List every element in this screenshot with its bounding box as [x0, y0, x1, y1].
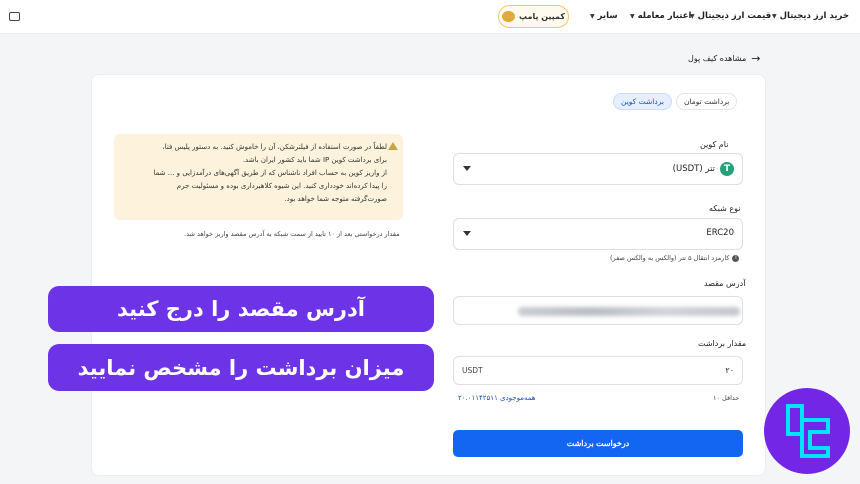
warning-box: لطفاً در صورت استفاده از فیلترشکن، آن را…: [114, 134, 403, 220]
network-type-label: نوع شبکه: [709, 204, 741, 213]
blurred-address: [518, 307, 740, 316]
instruction-banner-amount: میزان برداشت را مشخص نمایید: [48, 344, 434, 391]
chevron-down-icon: ▼: [590, 12, 595, 20]
nav-item-other[interactable]: سایر ▼: [590, 11, 618, 21]
warning-line: از واریز کوین به حساب افراد ناشناس که از…: [153, 169, 387, 177]
chevron-down-icon: ▼: [690, 12, 695, 20]
destination-address-label: آدرس مقصد: [704, 279, 746, 288]
warning-line: صورت‌گرفته متوجه شما خواهد بود.: [284, 195, 387, 203]
nav-item-crypto-prices[interactable]: قیمت ارز دیجیتال ▼: [690, 11, 771, 21]
brand-logo-mark: [786, 404, 830, 458]
arrow-right-icon: →: [751, 52, 761, 65]
coin-select[interactable]: T تتر (USDT): [453, 153, 743, 185]
caret-down-icon: [463, 231, 471, 236]
network-select[interactable]: ERC20: [453, 218, 743, 250]
full-balance-link[interactable]: همه‌موجودی ۲۰.۰۱۱۴۲۵۱۱: [458, 394, 535, 402]
view-wallet-label: مشاهده کیف پول: [688, 54, 747, 63]
withdraw-tabs: برداشت تومان برداشت کوین: [613, 93, 738, 110]
caret-down-icon: [463, 166, 471, 171]
view-wallet-link[interactable]: → مشاهده کیف پول: [688, 52, 760, 65]
withdraw-request-button[interactable]: درخواست برداشت: [453, 430, 743, 457]
network-select-value: ERC20: [706, 228, 734, 238]
warning-line: برای برداشت کوین IP شما باید کشور ایران …: [242, 156, 387, 164]
tether-icon: T: [720, 162, 734, 176]
warning-icon: [388, 142, 398, 150]
nav-item-label: سایر: [597, 11, 618, 21]
instruction-banner-address: آدرس مقصد را درج کنید: [48, 286, 434, 332]
destination-address-input[interactable]: [453, 296, 743, 325]
chevron-down-icon: ▼: [630, 12, 635, 20]
campaign-label: کمپین پامپ: [519, 12, 565, 21]
campaign-pump-button[interactable]: کمپین پامپ: [498, 5, 569, 28]
fee-hint: i کارمزد انتقال ۵ تتر (والکس به والکس صف…: [610, 254, 740, 262]
rocket-coin-icon: [502, 11, 516, 22]
wallet-icon[interactable]: [9, 12, 20, 21]
nav-item-trade-credit[interactable]: اعتبار معامله ▼: [630, 11, 691, 21]
withdraw-amount-label: مقدار برداشت: [698, 339, 747, 348]
chevron-down-icon: ▼: [772, 12, 777, 20]
tab-withdraw-coin[interactable]: برداشت کوین: [613, 93, 672, 110]
info-icon: i: [732, 254, 740, 262]
top-navbar: کمپین پامپ سایر ▼ اعتبار معامله ▼ قیمت ا…: [0, 0, 860, 34]
warning-line: لطفاً در صورت استفاده از فیلترشکن، آن را…: [162, 143, 387, 151]
nav-item-label: خرید ارز دیجیتال: [779, 11, 849, 21]
amount-value: ۲۰: [725, 366, 734, 375]
nav-item-label: قیمت ارز دیجیتال: [697, 11, 772, 21]
tab-withdraw-toman[interactable]: برداشت تومان: [675, 93, 738, 110]
warning-line: را پیدا کرده‌اند خودداری کنید. این شیوه …: [176, 182, 387, 190]
withdraw-amount-input[interactable]: USDT ۲۰: [453, 356, 743, 385]
nav-item-buy-crypto[interactable]: خرید ارز دیجیتال ▼: [772, 11, 849, 21]
fee-hint-text: کارمزد انتقال ۵ تتر (والکس به والکس صفر): [610, 254, 730, 262]
coin-select-value: تتر (USDT): [672, 164, 715, 174]
coin-name-label: نام کوین: [700, 140, 729, 149]
minimum-amount-hint: حداقل ۱۰: [713, 394, 740, 402]
amount-unit: USDT: [462, 366, 483, 375]
brand-logo: [764, 388, 850, 474]
nav-item-label: اعتبار معامله: [637, 11, 692, 21]
confirmation-note: مقدار درخواستی بعد از ۱۰ تایید از سمت شب…: [184, 230, 400, 238]
